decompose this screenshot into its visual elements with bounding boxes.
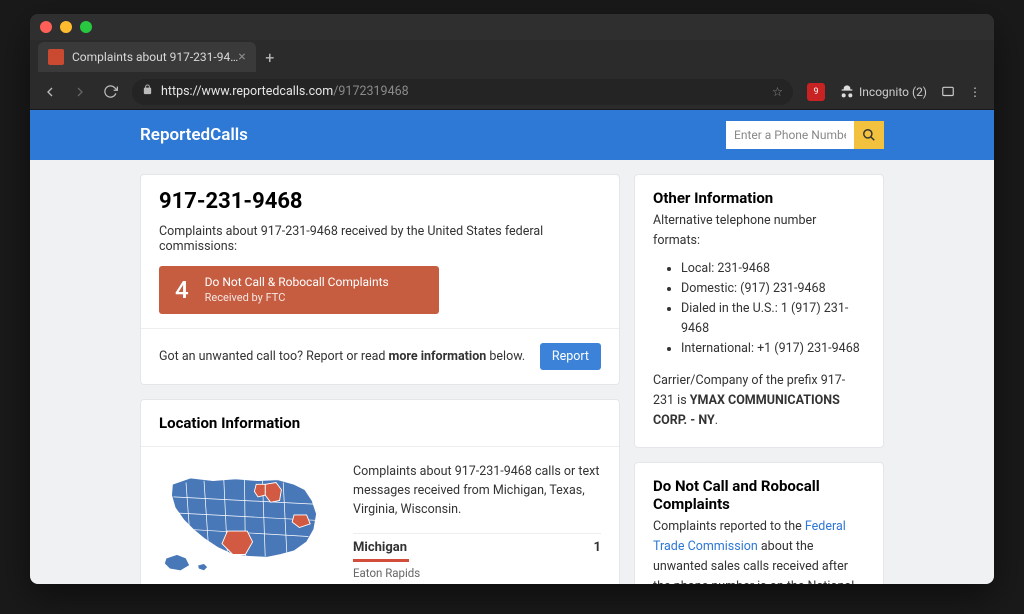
site-header: ReportedCalls bbox=[30, 110, 994, 160]
back-icon[interactable] bbox=[42, 84, 58, 100]
other-info-heading: Other Information bbox=[635, 175, 883, 207]
dnc-card: Do Not Call and Robocall Complaints Comp… bbox=[634, 462, 884, 584]
state-city: Eaton Rapids bbox=[353, 566, 601, 580]
search-icon bbox=[862, 128, 876, 142]
stat-sub: Received by FTC bbox=[205, 291, 389, 305]
new-tab-button[interactable]: + bbox=[256, 48, 284, 67]
state-name: Michigan bbox=[353, 540, 407, 555]
browser-tab[interactable]: Complaints about 917-231-94… × bbox=[38, 42, 256, 72]
url-domain: https://www.reportedcalls.com bbox=[161, 84, 333, 99]
reload-icon[interactable] bbox=[102, 84, 118, 100]
tab-favicon bbox=[48, 49, 64, 65]
report-row: Got an unwanted call too? Report or read… bbox=[141, 328, 619, 384]
tab-title: Complaints about 917-231-94… bbox=[72, 50, 238, 64]
window-titlebar bbox=[30, 14, 994, 40]
stat-count: 4 bbox=[159, 276, 205, 304]
incognito-icon bbox=[839, 84, 855, 100]
minimize-window-icon[interactable] bbox=[60, 21, 72, 33]
phone-summary-card: 917-231-9468 Complaints about 917-231-94… bbox=[140, 174, 620, 385]
location-list: Complaints about 917-231-9468 calls or t… bbox=[353, 463, 601, 584]
us-map bbox=[159, 463, 339, 583]
bookmark-star-icon[interactable]: ☆ bbox=[772, 84, 783, 100]
complaints-subtitle: Complaints about 917-231-9468 received b… bbox=[159, 224, 601, 254]
search-input[interactable] bbox=[726, 121, 854, 149]
main-container: 917-231-9468 Complaints about 917-231-94… bbox=[30, 160, 994, 584]
complaint-stat: 4 Do Not Call & Robocall Complaints Rece… bbox=[159, 266, 439, 314]
url-path: /9172319468 bbox=[333, 84, 408, 99]
right-column: Other Information Alternative telephone … bbox=[634, 174, 884, 584]
formats-list: Local: 231-9468Domestic: (917) 231-9468D… bbox=[653, 259, 865, 359]
state-bar bbox=[353, 559, 409, 562]
format-item: Local: 231-9468 bbox=[681, 259, 865, 279]
lock-icon bbox=[142, 84, 153, 99]
page-content: ReportedCalls 917-231-9468 Complaints ab… bbox=[30, 110, 994, 584]
menu-dots-icon[interactable]: ⋮ bbox=[969, 85, 982, 99]
location-card: Location Information bbox=[140, 399, 620, 584]
extension-badge[interactable]: 9 bbox=[807, 83, 825, 101]
phone-number-heading: 917-231-9468 bbox=[159, 189, 601, 214]
forward-icon[interactable] bbox=[72, 84, 88, 100]
incognito-indicator[interactable]: Incognito (2) bbox=[839, 84, 927, 100]
stat-title: Do Not Call & Robocall Complaints bbox=[205, 275, 389, 291]
close-tab-icon[interactable]: × bbox=[238, 49, 245, 65]
cast-icon[interactable] bbox=[941, 85, 955, 99]
dnc-heading: Do Not Call and Robocall Complaints bbox=[635, 463, 883, 513]
other-info-card: Other Information Alternative telephone … bbox=[634, 174, 884, 448]
format-item: Dialed in the U.S.: 1 (917) 231-9468 bbox=[681, 299, 865, 339]
location-intro: Complaints about 917-231-9468 calls or t… bbox=[353, 463, 601, 519]
format-item: Domestic: (917) 231-9468 bbox=[681, 279, 865, 299]
formats-label: Alternative telephone number formats: bbox=[653, 211, 865, 251]
state-count: 1 bbox=[594, 540, 601, 555]
incognito-label: Incognito (2) bbox=[859, 85, 927, 99]
search-form bbox=[726, 121, 884, 149]
close-window-icon[interactable] bbox=[40, 21, 52, 33]
left-column: 917-231-9468 Complaints about 917-231-94… bbox=[140, 174, 620, 584]
search-button[interactable] bbox=[854, 121, 884, 149]
address-bar: https://www.reportedcalls.com/9172319468… bbox=[30, 74, 994, 110]
browser-window: Complaints about 917-231-94… × + https:/… bbox=[30, 14, 994, 584]
tab-strip: Complaints about 917-231-94… × + bbox=[30, 40, 994, 74]
maximize-window-icon[interactable] bbox=[80, 21, 92, 33]
report-button[interactable]: Report bbox=[540, 343, 601, 370]
format-item: International: +1 (917) 231-9468 bbox=[681, 339, 865, 359]
dnc-body: Complaints reported to the Federal Trade… bbox=[635, 513, 883, 584]
location-heading: Location Information bbox=[141, 400, 619, 447]
carrier-line: Carrier/Company of the prefix 917-231 is… bbox=[653, 371, 865, 431]
url-input[interactable]: https://www.reportedcalls.com/9172319468… bbox=[132, 79, 793, 105]
report-prompt: Got an unwanted call too? Report or read… bbox=[159, 349, 525, 364]
site-brand[interactable]: ReportedCalls bbox=[140, 125, 248, 145]
location-item: Michigan 1 Eaton Rapids bbox=[353, 533, 601, 584]
